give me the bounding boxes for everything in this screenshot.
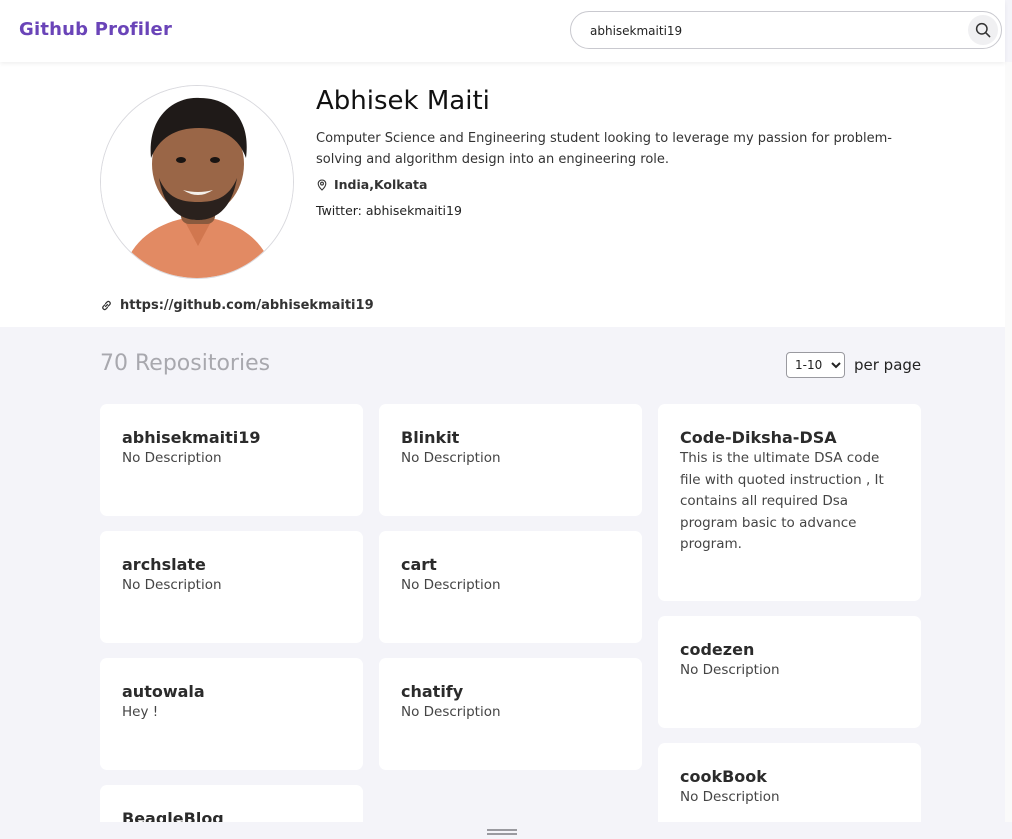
repository-count-text: 70 Repositories bbox=[100, 351, 271, 376]
repo-description: This is the ultimate DSA code file with … bbox=[680, 450, 884, 552]
location-pin-icon bbox=[317, 178, 327, 191]
repo-card-codezen[interactable]: codezen No Description bbox=[658, 616, 921, 728]
repo-card-autowala[interactable]: autowala Hey ! bbox=[100, 658, 363, 770]
repo-description: No Description bbox=[401, 704, 501, 720]
bottom-panel-bar bbox=[0, 822, 1012, 839]
per-page-control: 1-10 per page bbox=[786, 352, 921, 378]
profile-twitter: Twitter: abhisekmaiti19 bbox=[316, 203, 462, 218]
app-root: Github Profiler abhisekmaiti19 Abhisek M… bbox=[0, 0, 1012, 839]
profile-bio: Computer Science and Engineering student… bbox=[316, 131, 892, 167]
repo-card-blinkit[interactable]: Blinkit No Description bbox=[379, 404, 642, 516]
github-profile-link[interactable]: https://github.com/abhisekmaiti19 bbox=[100, 298, 374, 313]
profile-location: India,Kolkata bbox=[316, 177, 427, 192]
location-text: India,Kolkata bbox=[334, 177, 428, 192]
search-icon bbox=[975, 22, 991, 38]
twitter-label: Twitter: bbox=[316, 203, 362, 218]
repo-name: cookBook bbox=[680, 767, 767, 786]
avatar bbox=[100, 85, 294, 279]
repo-name: chatify bbox=[401, 682, 464, 701]
profile-section: Abhisek Maiti Computer Science and Engin… bbox=[0, 62, 1005, 327]
drag-handle-icon[interactable] bbox=[487, 829, 517, 835]
per-page-select[interactable]: 1-10 bbox=[786, 352, 845, 378]
repo-card-archslate[interactable]: archslate No Description bbox=[100, 531, 363, 643]
repo-name: cart bbox=[401, 555, 437, 574]
per-page-label: per page bbox=[854, 356, 922, 374]
link-icon bbox=[102, 300, 111, 311]
repo-description: No Description bbox=[680, 789, 780, 805]
repo-name: Blinkit bbox=[401, 428, 460, 447]
repo-name: Code-Diksha-DSA bbox=[680, 428, 837, 447]
repo-description: Hey ! bbox=[122, 704, 159, 720]
twitter-handle: abhisekmaiti19 bbox=[365, 203, 462, 218]
page-scroll-gutter bbox=[1005, 62, 1012, 822]
repo-card-chatify[interactable]: chatify No Description bbox=[379, 658, 642, 770]
search-input[interactable] bbox=[590, 21, 960, 41]
profile-name: Abhisek Maiti bbox=[316, 86, 490, 116]
repo-card-code-diksha-dsa[interactable]: Code-Diksha-DSA This is the ultimate DSA… bbox=[658, 404, 921, 601]
repo-description: No Description bbox=[401, 450, 501, 466]
repo-name: abhisekmaiti19 bbox=[122, 428, 261, 447]
search-button[interactable] bbox=[968, 15, 998, 45]
repo-card-cart[interactable]: cart No Description bbox=[379, 531, 642, 643]
avatar-image bbox=[101, 86, 293, 278]
repo-card-abhisekmaiti19[interactable]: abhisekmaiti19 No Description bbox=[100, 404, 363, 516]
github-profile-url: https://github.com/abhisekmaiti19 bbox=[120, 298, 374, 313]
repository-count: 70 Repositories bbox=[100, 351, 270, 376]
brand-logo[interactable]: Github Profiler bbox=[19, 19, 172, 40]
repo-name: archslate bbox=[122, 555, 206, 574]
repo-name: autowala bbox=[122, 682, 205, 701]
repo-description: No Description bbox=[680, 662, 780, 678]
repo-description: No Description bbox=[401, 577, 501, 593]
repo-description: No Description bbox=[122, 450, 222, 466]
repo-description: No Description bbox=[122, 577, 222, 593]
search-bar bbox=[570, 11, 1002, 49]
navbar: Github Profiler bbox=[0, 0, 1005, 62]
repo-name: codezen bbox=[680, 640, 755, 659]
